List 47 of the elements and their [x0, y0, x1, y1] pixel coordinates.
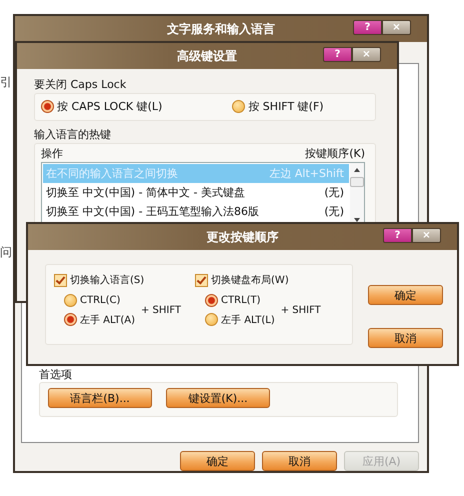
option-label: CTRL(T)	[221, 295, 261, 306]
help-button[interactable]: ?	[383, 228, 412, 243]
window-title: 文字服务和输入语言	[167, 20, 275, 38]
key-sequence-text: (无)	[324, 185, 344, 200]
settings-button[interactable]: 键设置(K)...	[166, 388, 270, 408]
option-label: 左手 ALT(A)	[80, 314, 135, 326]
dialog-button[interactable]: 确定	[368, 285, 443, 305]
window-title: 更改按键顺序	[206, 228, 278, 246]
key-sequence-text: (无)	[324, 204, 344, 219]
group-title: 输入语言的热键	[34, 129, 111, 141]
action-text: 切换至 中文(中国) - 简体中文 - 美式键盘	[46, 185, 246, 200]
page-text: 引	[0, 74, 12, 91]
radio-button[interactable]	[41, 100, 54, 113]
help-button[interactable]: ?	[353, 20, 382, 35]
scroll-thumb[interactable]	[350, 177, 364, 187]
dialog-button[interactable]: 取消	[262, 451, 337, 471]
checkbox[interactable]	[195, 274, 208, 286]
action-text: 切换至 中文(中国) - 王码五笔型输入法86版	[46, 204, 260, 219]
option-label: CTRL(C)	[80, 295, 120, 306]
checkbox[interactable]	[54, 274, 67, 286]
checkbox-label: 切换输入语言(S)	[70, 274, 144, 287]
page-text: 问	[0, 244, 12, 261]
radio-button[interactable]	[64, 294, 77, 307]
scroll-up-icon[interactable]	[354, 168, 360, 172]
column-header: 操作	[41, 146, 63, 161]
radio-button[interactable]	[64, 313, 77, 326]
window-title: 高级键设置	[177, 48, 237, 64]
checkbox-label: 切换键盘布局(W)	[211, 274, 289, 287]
option-label: 左手 ALT(L)	[221, 314, 275, 326]
radio-button[interactable]	[232, 100, 246, 113]
option-label: 按 SHIFT 键(F)	[248, 99, 324, 114]
key-sequence-text: 左边 Alt+Shift	[269, 166, 344, 181]
column-header: 按键顺序(K)	[305, 146, 365, 161]
dialog-button[interactable]: 确定	[180, 451, 255, 471]
radio-button[interactable]	[205, 294, 218, 307]
help-button[interactable]: ?	[323, 47, 352, 62]
action-text: 在不同的输入语言之间切换	[46, 166, 178, 181]
settings-button[interactable]: 语言栏(B)...	[48, 388, 152, 408]
option-label: 按 CAPS LOCK 键(L)	[57, 99, 162, 114]
shift-label: + SHIFT	[280, 304, 321, 316]
group-title: 要关闭 Caps Lock	[34, 79, 126, 91]
group-title: 首选项	[39, 369, 72, 381]
dialog-button[interactable]: 取消	[368, 328, 443, 348]
list-row[interactable]: 切换至 中文(中国) - 王码五笔型输入法86版 (无)	[43, 202, 349, 221]
radio-button[interactable]	[205, 313, 218, 326]
list-row[interactable]: 切换至 中文(中国) - 简体中文 - 美式键盘 (无)	[43, 183, 349, 202]
shift-label: + SHIFT	[140, 304, 182, 316]
